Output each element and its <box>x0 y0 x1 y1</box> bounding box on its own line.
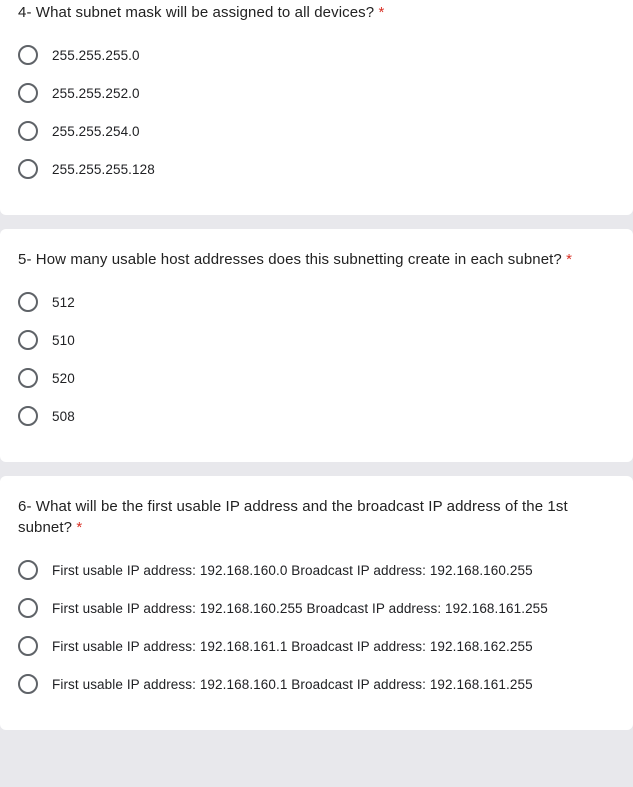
option-label: 255.255.254.0 <box>52 124 140 139</box>
option-label: 255.255.252.0 <box>52 86 140 101</box>
radio-icon <box>18 560 38 580</box>
option-label: First usable IP address: 192.168.160.0 B… <box>52 563 533 578</box>
option-label: First usable IP address: 192.168.160.1 B… <box>52 677 533 692</box>
radio-option[interactable]: 520 <box>18 368 615 388</box>
question-label: 6- What will be the first usable IP addr… <box>18 498 568 536</box>
option-label: 520 <box>52 371 75 386</box>
radio-option[interactable]: 255.255.254.0 <box>18 121 615 141</box>
radio-option[interactable]: 512 <box>18 292 615 312</box>
radio-icon <box>18 83 38 103</box>
radio-option[interactable]: First usable IP address: 192.168.161.1 B… <box>18 636 615 656</box>
radio-option[interactable]: First usable IP address: 192.168.160.1 B… <box>18 674 615 694</box>
radio-icon <box>18 368 38 388</box>
radio-option[interactable]: 508 <box>18 406 615 426</box>
radio-icon <box>18 598 38 618</box>
radio-option[interactable]: 255.255.255.0 <box>18 45 615 65</box>
required-marker: * <box>566 251 572 268</box>
radio-icon <box>18 121 38 141</box>
radio-icon <box>18 636 38 656</box>
question-text: 4- What subnet mask will be assigned to … <box>18 2 615 23</box>
question-card-5: 5- How many usable host addresses does t… <box>0 229 633 462</box>
radio-option[interactable]: 255.255.252.0 <box>18 83 615 103</box>
question-card-6: 6- What will be the first usable IP addr… <box>0 476 633 730</box>
option-label: 255.255.255.0 <box>52 48 140 63</box>
required-marker: * <box>76 519 82 536</box>
question-text: 5- How many usable host addresses does t… <box>18 249 615 270</box>
option-label: 508 <box>52 409 75 424</box>
radio-icon <box>18 45 38 65</box>
radio-icon <box>18 159 38 179</box>
option-label: First usable IP address: 192.168.161.1 B… <box>52 639 533 654</box>
radio-option[interactable]: First usable IP address: 192.168.160.255… <box>18 598 615 618</box>
question-label: 4- What subnet mask will be assigned to … <box>18 4 374 21</box>
option-label: 255.255.255.128 <box>52 162 155 177</box>
required-marker: * <box>379 4 385 21</box>
radio-icon <box>18 330 38 350</box>
option-label: First usable IP address: 192.168.160.255… <box>52 601 548 616</box>
question-card-4: 4- What subnet mask will be assigned to … <box>0 0 633 215</box>
radio-icon <box>18 406 38 426</box>
question-label: 5- How many usable host addresses does t… <box>18 251 562 268</box>
option-label: 510 <box>52 333 75 348</box>
option-label: 512 <box>52 295 75 310</box>
radio-icon <box>18 292 38 312</box>
question-text: 6- What will be the first usable IP addr… <box>18 496 615 538</box>
radio-option[interactable]: 255.255.255.128 <box>18 159 615 179</box>
radio-option[interactable]: 510 <box>18 330 615 350</box>
radio-option[interactable]: First usable IP address: 192.168.160.0 B… <box>18 560 615 580</box>
radio-icon <box>18 674 38 694</box>
